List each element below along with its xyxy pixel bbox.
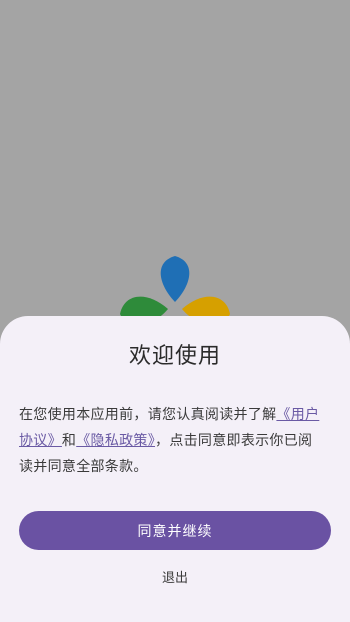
exit-button[interactable]: 退出 [135, 566, 215, 592]
privacy-policy-link[interactable]: 《隐私政策》 [76, 433, 155, 449]
consent-text-prefix: 在您使用本应用前，请您认真阅读并了解 [19, 407, 277, 423]
consent-text-and: 和 [61, 433, 77, 449]
agree-and-continue-button[interactable]: 同意并继续 [19, 511, 331, 550]
dialog-title: 欢迎使用 [128, 344, 221, 369]
privacy-consent-sheet: 欢迎使用 在您使用本应用前，请您认真阅读并了解《用户协议》和《隐私政策》，点击同… [0, 316, 350, 622]
consent-text: 在您使用本应用前，请您认真阅读并了解《用户协议》和《隐私政策》，点击同意即表示你… [19, 402, 323, 480]
